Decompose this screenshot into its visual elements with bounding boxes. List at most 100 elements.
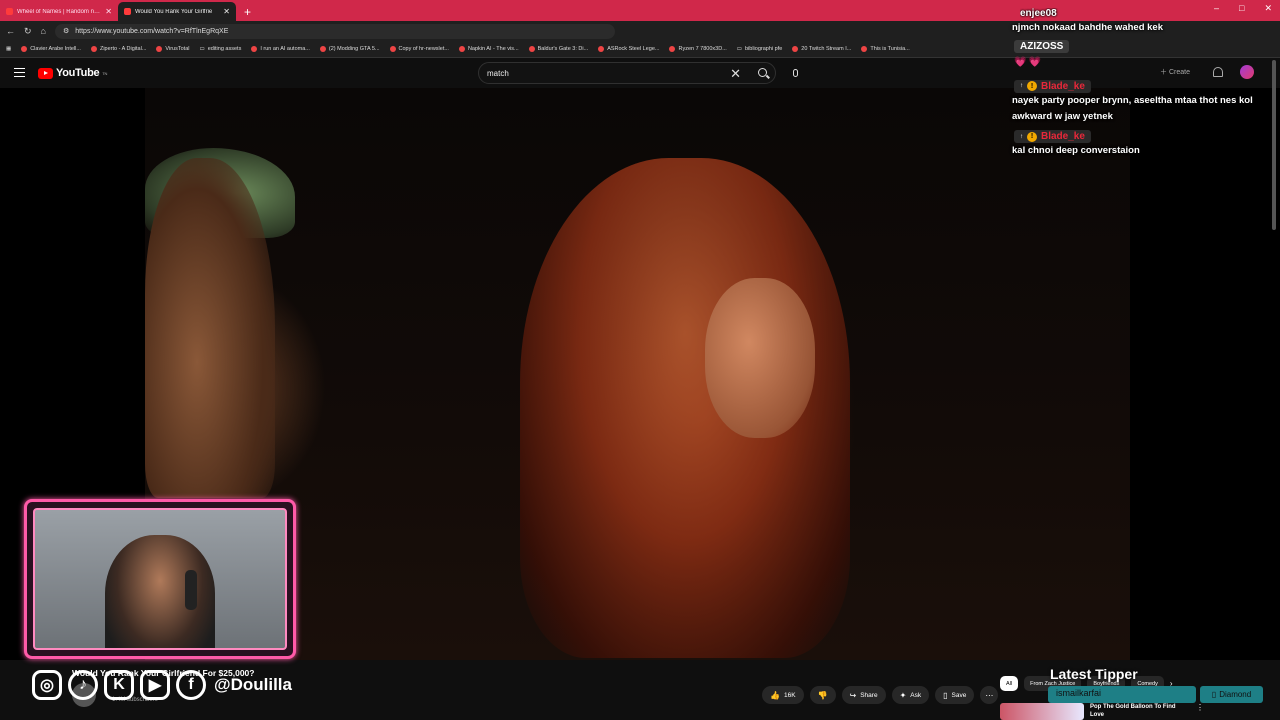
latest-tipper-rank: Diamond [1219,690,1252,699]
bookmark-label: Napkin AI - The vis... [467,46,519,52]
thumbs-up-icon: 👍 [770,690,780,700]
recommended-video[interactable]: Pop The Gold Balloon To Find Love ⋮ [1000,703,1204,720]
search-input[interactable]: match [487,69,509,78]
bookmark-label: Copy of hr-newslet... [398,46,449,52]
video-menu-icon[interactable]: ⋮ [1196,703,1204,720]
sparkle-icon: ✦ [899,690,907,700]
bookmark-item[interactable]: Baldur's Gate 3: Di... [528,46,589,52]
share-label: Share [860,691,878,699]
bookmark-item[interactable]: Ziperto - A Digital... [90,46,147,52]
ask-button[interactable]: ✦ Ask [891,686,930,704]
moderator-badge-icon: ! [1027,131,1037,142]
save-button[interactable]: ▯ Save [935,686,975,704]
webcam-streamer [105,535,215,648]
youtube-logo[interactable]: YouTube TN [38,67,107,79]
more-actions-icon[interactable]: ⋯ [980,686,999,704]
recommended-title[interactable]: Pop The Gold Balloon To Find Love [1090,703,1190,720]
close-tab-icon[interactable]: ✕ [105,7,112,16]
chat-badge-icon: ↑ [1020,133,1023,140]
youtube-social-icon: ▶ [140,670,170,700]
diamond-icon: ▯ [1211,690,1217,699]
bookmark-folder[interactable]: ▭ bibliographi pfe [737,46,783,52]
video-actions: 👍 16K 👎 ↪ Share ✦ Ask ▯ Save ⋯ [762,686,999,704]
chat-username: AZIZOSS [1014,40,1070,53]
chip-all[interactable]: All [1000,676,1019,691]
bookmark-item[interactable]: 20 Twitch Stream I... [792,46,851,52]
browser-tab-youtube[interactable]: Would You Rank Your Girlfrie ✕ [118,2,236,21]
youtube-play-icon [38,67,53,79]
bookmark-label: Ziperto - A Digital... [99,46,147,52]
save-label: Save [951,691,967,699]
latest-tipper-name: ismailkarfai [1056,688,1102,698]
chat-message-text: nayek party pooper brynn, aseeltha mtaa … [1012,94,1253,122]
bookmark-favicon-icon [389,46,396,52]
bookmark-label: Ryzen 7 7800x3D... [678,46,727,52]
streamer-webcam-frame [24,499,296,659]
bookmark-item[interactable]: This is Tunisia... [861,46,910,52]
dislike-button[interactable]: 👎 [809,686,836,704]
bookmark-item[interactable]: Copy of hr-newslet... [389,46,449,52]
search-box[interactable]: match ✕ [478,62,776,84]
bookmark-label: This is Tunisia... [870,46,910,52]
video-person-man [145,158,275,498]
folder-icon: ▭ [199,46,205,52]
latest-tipper-title: Latest Tipper [1050,666,1138,682]
region-code: TN [102,70,108,76]
recommended-thumbnail[interactable] [1000,703,1084,720]
bookmark-favicon-icon [598,46,605,52]
bookmark-favicon-icon [156,46,163,52]
scrollbar-thumb[interactable] [1272,60,1276,230]
youtube-favicon-icon [124,8,131,15]
chat-username-text: AZIZOSS [1020,41,1064,52]
chat-overlay: enjee08 njmch nokaad bahdhe wahed kek AZ… [1010,8,1270,159]
share-icon: ↪ [849,690,857,700]
bookmark-favicon-icon [458,46,465,52]
back-icon[interactable]: ← [6,26,15,36]
bookmark-favicon-icon [319,46,326,52]
page-scrollbar[interactable] [1270,60,1278,240]
share-button[interactable]: ↪ Share [841,686,886,704]
bookmark-item[interactable]: (2) Modding GTA 5... [319,46,380,52]
bookmark-folder[interactable]: ▭ editing assets [199,46,241,52]
chat-username-text: Blade_ke [1041,131,1085,142]
bookmark-item[interactable]: Ryzen 7 7800x3D... [669,46,727,52]
ask-label: Ask [910,691,922,699]
social-handle: @Doulilla [214,675,292,694]
folder-icon: ▭ [736,46,742,52]
bookmark-item[interactable]: Napkin AI - The vis... [458,46,519,52]
apps-icon[interactable]: ▦ [6,46,11,52]
bookmark-favicon-icon [861,46,868,52]
bookmark-label: (2) Modding GTA 5... [328,46,380,52]
bookmark-item[interactable]: VirusTotal [156,46,189,52]
webcam-microphone [185,570,197,610]
chat-username: ↑ ! Blade_ke [1014,130,1091,143]
tab-title: Wheel of Names | Random name [17,8,102,15]
clear-search-icon[interactable]: ✕ [730,66,741,82]
kick-icon: K [104,670,134,700]
bookmark-favicon-icon [669,46,676,52]
site-info-icon[interactable]: ⚙ [63,27,69,35]
browser-tab-wheel-of-names[interactable]: Wheel of Names | Random name ✕ [0,2,118,21]
bookmark-label: Baldur's Gate 3: Di... [537,46,589,52]
close-tab-icon[interactable]: ✕ [223,7,230,16]
bookmark-item[interactable]: ASRock Steel Lege... [598,46,659,52]
chat-username: ↑ ! Blade_ke [1014,79,1091,93]
tiktok-icon: ♪ [68,670,98,700]
new-tab-button[interactable]: + [236,5,259,21]
search-icon[interactable] [758,68,767,77]
bookmark-item[interactable]: I run an AI automa... [251,46,310,52]
voice-search-mic-icon[interactable] [789,66,801,80]
tab-title: Would You Rank Your Girlfrie [135,8,213,15]
thumbs-down-icon: 👎 [817,690,828,700]
like-button[interactable]: 👍 16K [762,686,804,704]
reload-icon[interactable]: ↻ [24,26,32,37]
bookmark-item[interactable]: Clavier Arabe Intell... [21,46,81,52]
bookmark-icon: ▯ [943,690,948,700]
url-field[interactable]: ⚙ https://www.youtube.com/watch?v=RfTlnE… [54,23,615,39]
chat-message-text: kal chnoi deep converstaion [1012,145,1140,156]
chat-username: enjee08 [1020,8,1057,19]
hamburger-menu-icon[interactable] [14,68,25,77]
video-person-woman-face [705,278,815,438]
bookmark-label: Clavier Arabe Intell... [30,46,81,52]
home-icon[interactable]: ⌂ [41,26,46,36]
